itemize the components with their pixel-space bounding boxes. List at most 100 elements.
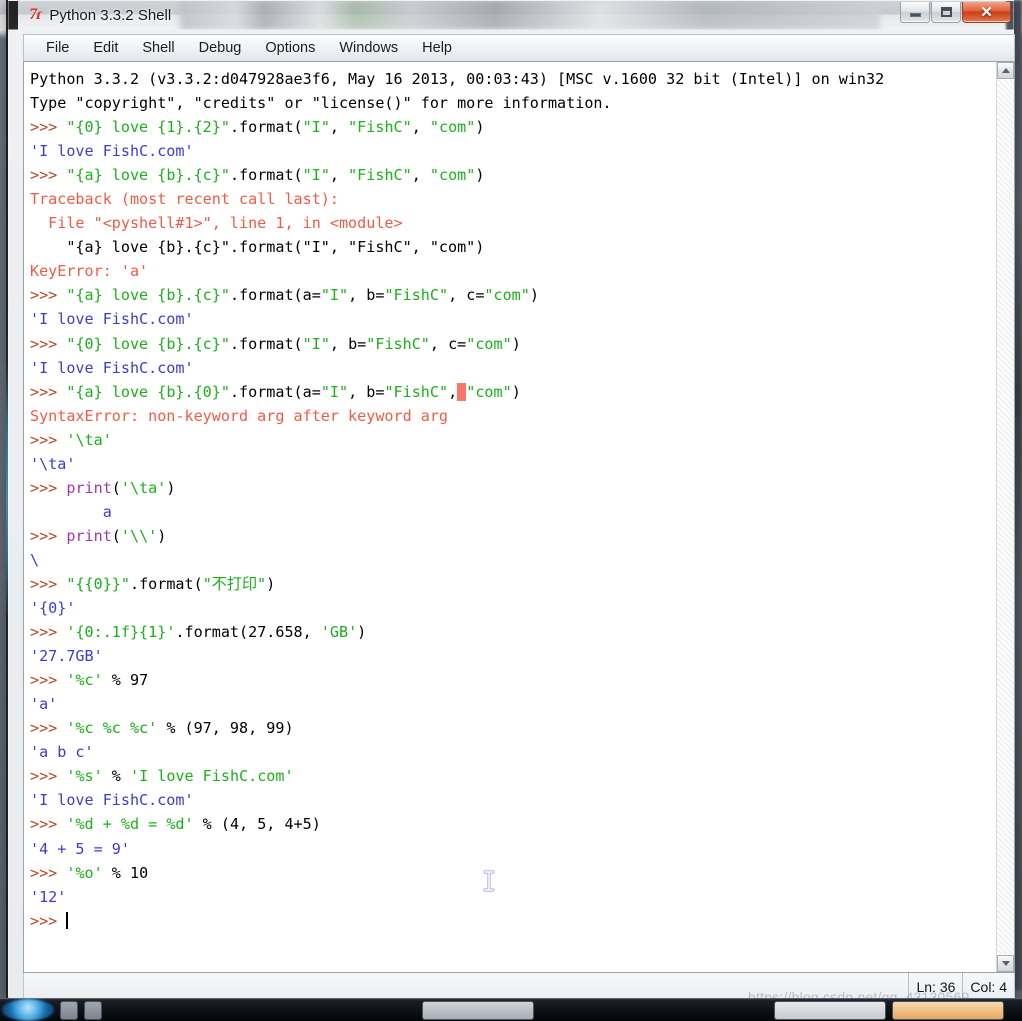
shell-token-str: '%o' xyxy=(66,863,103,882)
shell-token-prompt: >>> xyxy=(30,382,67,401)
shell-token-prompt: >>> xyxy=(30,430,67,449)
menu-item-windows[interactable]: Windows xyxy=(327,38,410,58)
shell-token-builtin: print xyxy=(66,526,112,545)
shell-token-str: "com" xyxy=(466,334,512,353)
shell-line: File "<pyshell#1>", line 1, in <module> xyxy=(30,211,996,235)
shell-token-str: "com" xyxy=(429,166,476,185)
shell-token-err: SyntaxError: non-keyword arg after keywo… xyxy=(30,406,449,425)
close-button[interactable]: ✕ xyxy=(962,2,1011,23)
shell-line: '{0}' xyxy=(30,596,996,620)
shell-token-plain: ( xyxy=(111,526,121,545)
shell-line: a xyxy=(30,500,996,524)
shell-line: '\ta' xyxy=(30,452,996,476)
shell-token-plain: "{a} love {b}.{c}".format("I", "FishC", … xyxy=(30,238,485,257)
shell-line: "{a} love {b}.{c}".format("I", "FishC", … xyxy=(30,235,996,259)
shell-token-str: "I" xyxy=(320,286,349,305)
taskbar xyxy=(0,998,1022,1021)
shell-token-str: "I" xyxy=(320,382,349,401)
menu-item-help[interactable]: Help xyxy=(410,38,464,58)
triangle-up-icon xyxy=(1001,68,1010,73)
shell-line: >>> '%c %c %c' % (97, 98, 99) xyxy=(30,716,996,740)
shell-line: >>> print('\\') xyxy=(30,524,996,548)
shell-token-str: '{0:.1f}{1}' xyxy=(66,623,176,642)
shell-line: 'I love FishC.com' xyxy=(30,356,996,380)
vertical-scrollbar[interactable] xyxy=(996,62,1014,972)
shell-token-plain: ) xyxy=(357,623,367,642)
shell-token-str: 'I love FishC.com' xyxy=(129,767,294,786)
shell-token-str: "com" xyxy=(429,118,476,137)
shell-token-prompt: >>> xyxy=(30,286,67,305)
shell-token-plain: , xyxy=(448,382,458,401)
shell-token-plain: , xyxy=(411,166,430,185)
shell-token-out: 'a b c' xyxy=(30,743,94,762)
menu-item-debug[interactable]: Debug xyxy=(187,38,254,58)
shell-line: 'a' xyxy=(30,692,996,716)
taskbar-quicklaunch-2[interactable] xyxy=(84,1000,102,1020)
shell-token-builtin: print xyxy=(66,478,112,497)
shell-line: >>> xyxy=(30,909,996,933)
taskbar-window-3[interactable] xyxy=(892,1000,1004,1020)
shell-token-plain: , b= xyxy=(348,286,385,305)
shell-token-plain: % (97, 98, 99) xyxy=(157,719,294,738)
triangle-down-icon xyxy=(1001,961,1010,966)
shell-line: >>> '%s' % 'I love FishC.com' xyxy=(30,764,996,788)
scroll-down-button[interactable] xyxy=(997,955,1014,972)
shell-token-out: '27.7GB' xyxy=(30,647,103,666)
shell-token-str: "com" xyxy=(466,382,512,401)
shell-token-out: '{0}' xyxy=(30,599,76,618)
shell-token-out: 'I love FishC.com' xyxy=(30,310,194,329)
shell-token-str: "I" xyxy=(302,118,330,137)
shell-line: >>> "{a} love {b}.{0}".format(a="I", b="… xyxy=(30,380,996,404)
shell-token-str: "FishC" xyxy=(348,166,412,185)
taskbar-window-1[interactable] xyxy=(422,1000,534,1020)
shell-token-str: '%c' xyxy=(66,671,103,690)
title-bar-left: 7ɾ Python 3.3.2 Shell xyxy=(9,1,171,29)
shell-token-out: \ xyxy=(30,550,40,569)
shell-token-prompt: >>> xyxy=(30,334,67,353)
shell-token-str: "{a} love {b}.{c}" xyxy=(66,166,230,185)
title-bar[interactable]: 7ɾ Python 3.3.2 Shell ✕ xyxy=(9,1,1015,29)
shell-token-str: "com" xyxy=(484,286,530,305)
minimize-button[interactable] xyxy=(900,2,930,23)
shell-token-str: '%s' xyxy=(66,767,103,786)
shell-token-str: "FishC" xyxy=(384,382,449,401)
shell-line: 'I love FishC.com' xyxy=(30,307,996,331)
menu-item-options[interactable]: Options xyxy=(253,38,327,58)
shell-token-str: "FishC" xyxy=(384,286,449,305)
shell-line: 'a b c' xyxy=(30,740,996,764)
shell-token-plain: % 10 xyxy=(102,863,149,882)
shell-line: \ xyxy=(30,548,996,572)
shell-token-plain: ) xyxy=(266,574,276,593)
shell-token-plain: ) xyxy=(166,478,176,497)
shell-token-plain: .format(a= xyxy=(229,286,321,305)
scrollbar-track[interactable] xyxy=(997,80,1014,954)
menu-item-file[interactable]: File xyxy=(34,38,81,58)
shell-line: 'I love FishC.com' xyxy=(30,139,996,163)
shell-token-plain: , b= xyxy=(348,382,385,401)
taskbar-quicklaunch-1[interactable] xyxy=(60,1000,78,1020)
menu-item-edit[interactable]: Edit xyxy=(81,38,130,58)
menu-bar: File Edit Shell Debug Options Windows He… xyxy=(23,34,1015,61)
shell-token-plain: % 97 xyxy=(102,671,149,690)
shell-output-text[interactable]: Python 3.3.2 (v3.3.2:d047928ae3f6, May 1… xyxy=(24,62,996,972)
shell-line: >>> "{a} love {b}.{c}".format(a="I", b="… xyxy=(30,283,996,307)
shell-line: '12' xyxy=(30,885,996,909)
menu-item-shell[interactable]: Shell xyxy=(130,38,186,58)
shell-line: >>> "{{0}}".format("不打印") xyxy=(30,572,996,596)
shell-token-out: '4 + 5 = 9' xyxy=(30,839,130,858)
maximize-icon xyxy=(940,7,952,17)
shell-token-plain: ( xyxy=(111,478,121,497)
maximize-button[interactable] xyxy=(931,2,961,23)
shell-token-str: "{a} love {b}.{c}" xyxy=(66,286,230,305)
shell-token-str: "FishC" xyxy=(348,118,412,137)
shell-token-str: '\\' xyxy=(120,526,158,545)
shell-line: Python 3.3.2 (v3.3.2:d047928ae3f6, May 1… xyxy=(30,67,996,91)
start-button[interactable] xyxy=(2,999,54,1021)
shell-token-str: '%d + %d = %d' xyxy=(66,815,194,834)
taskbar-window-2[interactable] xyxy=(774,1000,886,1020)
shell-token-str: "{0} love {b}.{c}" xyxy=(66,334,230,353)
shell-line: >>> print('\ta') xyxy=(30,476,996,500)
shell-token-plain: ) xyxy=(511,334,521,353)
scroll-up-button[interactable] xyxy=(997,62,1014,79)
shell-token-out: 'a' xyxy=(30,695,58,714)
